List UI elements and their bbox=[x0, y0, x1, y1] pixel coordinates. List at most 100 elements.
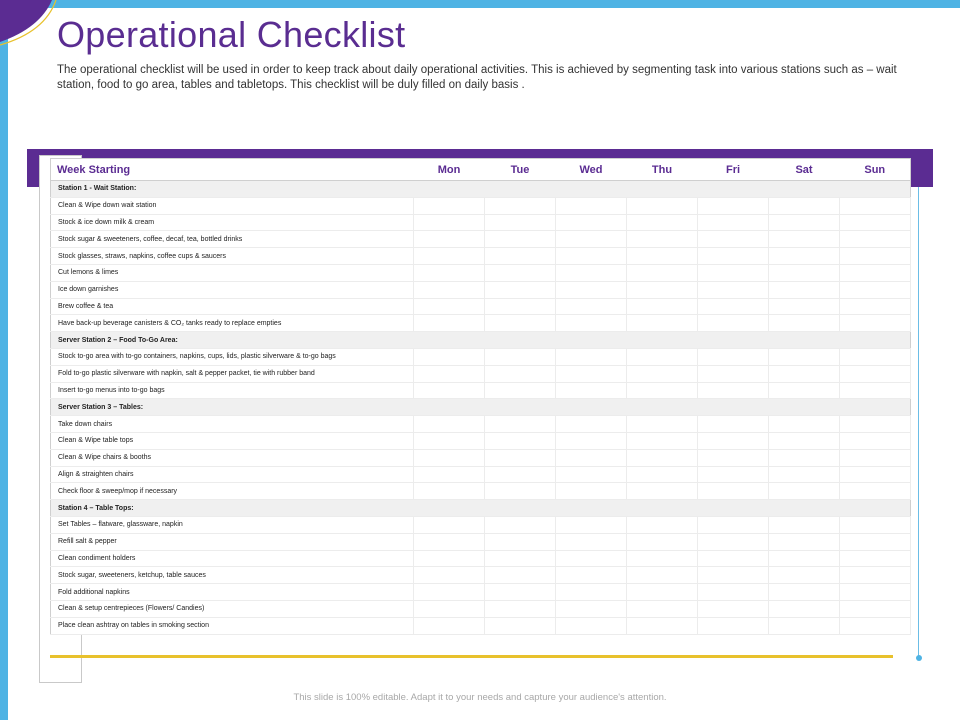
check-cell-fri[interactable] bbox=[697, 197, 769, 215]
check-cell-wed[interactable] bbox=[555, 247, 627, 265]
check-cell-fri[interactable] bbox=[697, 617, 769, 635]
check-cell-wed[interactable] bbox=[555, 197, 627, 215]
check-cell-sun[interactable] bbox=[839, 264, 911, 282]
check-cell-tue[interactable] bbox=[484, 281, 556, 299]
check-cell-fri[interactable] bbox=[697, 449, 769, 467]
check-cell-wed[interactable] bbox=[555, 566, 627, 585]
check-cell-mon[interactable] bbox=[413, 566, 485, 585]
check-cell-sat[interactable] bbox=[768, 314, 840, 333]
check-cell-fri[interactable] bbox=[697, 583, 769, 601]
check-cell-tue[interactable] bbox=[484, 449, 556, 467]
check-cell-sat[interactable] bbox=[768, 415, 840, 433]
check-cell-thu[interactable] bbox=[626, 348, 698, 366]
check-cell-wed[interactable] bbox=[555, 516, 627, 534]
check-cell-wed[interactable] bbox=[555, 314, 627, 333]
check-cell-thu[interactable] bbox=[626, 482, 698, 501]
check-cell-fri[interactable] bbox=[697, 264, 769, 282]
check-cell-fri[interactable] bbox=[697, 314, 769, 333]
check-cell-sat[interactable] bbox=[768, 365, 840, 383]
check-cell-fri[interactable] bbox=[697, 533, 769, 551]
check-cell-wed[interactable] bbox=[555, 482, 627, 501]
check-cell-sun[interactable] bbox=[839, 247, 911, 265]
check-cell-thu[interactable] bbox=[626, 230, 698, 249]
check-cell-sat[interactable] bbox=[768, 432, 840, 450]
check-cell-thu[interactable] bbox=[626, 314, 698, 333]
check-cell-mon[interactable] bbox=[413, 600, 485, 618]
check-cell-mon[interactable] bbox=[413, 197, 485, 215]
check-cell-sun[interactable] bbox=[839, 415, 911, 433]
check-cell-thu[interactable] bbox=[626, 516, 698, 534]
check-cell-wed[interactable] bbox=[555, 365, 627, 383]
check-cell-sun[interactable] bbox=[839, 214, 911, 232]
check-cell-sat[interactable] bbox=[768, 281, 840, 299]
check-cell-sat[interactable] bbox=[768, 247, 840, 265]
check-cell-wed[interactable] bbox=[555, 415, 627, 433]
check-cell-sun[interactable] bbox=[839, 566, 911, 585]
check-cell-fri[interactable] bbox=[697, 550, 769, 568]
check-cell-tue[interactable] bbox=[484, 197, 556, 215]
check-cell-sun[interactable] bbox=[839, 550, 911, 568]
check-cell-tue[interactable] bbox=[484, 516, 556, 534]
check-cell-mon[interactable] bbox=[413, 230, 485, 249]
check-cell-mon[interactable] bbox=[413, 449, 485, 467]
check-cell-sun[interactable] bbox=[839, 516, 911, 534]
check-cell-wed[interactable] bbox=[555, 281, 627, 299]
check-cell-mon[interactable] bbox=[413, 516, 485, 534]
check-cell-wed[interactable] bbox=[555, 214, 627, 232]
check-cell-wed[interactable] bbox=[555, 466, 627, 484]
check-cell-sun[interactable] bbox=[839, 449, 911, 467]
check-cell-sun[interactable] bbox=[839, 314, 911, 333]
check-cell-fri[interactable] bbox=[697, 348, 769, 366]
check-cell-sat[interactable] bbox=[768, 197, 840, 215]
check-cell-wed[interactable] bbox=[555, 298, 627, 316]
check-cell-wed[interactable] bbox=[555, 583, 627, 601]
check-cell-sun[interactable] bbox=[839, 583, 911, 601]
check-cell-mon[interactable] bbox=[413, 550, 485, 568]
check-cell-thu[interactable] bbox=[626, 382, 698, 400]
check-cell-mon[interactable] bbox=[413, 533, 485, 551]
check-cell-tue[interactable] bbox=[484, 533, 556, 551]
check-cell-fri[interactable] bbox=[697, 482, 769, 501]
check-cell-sun[interactable] bbox=[839, 365, 911, 383]
check-cell-sun[interactable] bbox=[839, 197, 911, 215]
check-cell-sun[interactable] bbox=[839, 466, 911, 484]
check-cell-tue[interactable] bbox=[484, 348, 556, 366]
check-cell-thu[interactable] bbox=[626, 600, 698, 618]
check-cell-tue[interactable] bbox=[484, 482, 556, 501]
check-cell-mon[interactable] bbox=[413, 432, 485, 450]
check-cell-mon[interactable] bbox=[413, 281, 485, 299]
check-cell-fri[interactable] bbox=[697, 247, 769, 265]
check-cell-tue[interactable] bbox=[484, 432, 556, 450]
check-cell-sun[interactable] bbox=[839, 281, 911, 299]
check-cell-mon[interactable] bbox=[413, 214, 485, 232]
check-cell-sat[interactable] bbox=[768, 583, 840, 601]
check-cell-thu[interactable] bbox=[626, 281, 698, 299]
check-cell-thu[interactable] bbox=[626, 298, 698, 316]
check-cell-sat[interactable] bbox=[768, 617, 840, 635]
check-cell-tue[interactable] bbox=[484, 298, 556, 316]
check-cell-fri[interactable] bbox=[697, 230, 769, 249]
check-cell-sat[interactable] bbox=[768, 298, 840, 316]
check-cell-tue[interactable] bbox=[484, 382, 556, 400]
check-cell-mon[interactable] bbox=[413, 314, 485, 333]
check-cell-wed[interactable] bbox=[555, 432, 627, 450]
check-cell-fri[interactable] bbox=[697, 466, 769, 484]
check-cell-fri[interactable] bbox=[697, 566, 769, 585]
check-cell-wed[interactable] bbox=[555, 230, 627, 249]
check-cell-sat[interactable] bbox=[768, 382, 840, 400]
check-cell-wed[interactable] bbox=[555, 617, 627, 635]
check-cell-sat[interactable] bbox=[768, 230, 840, 249]
check-cell-tue[interactable] bbox=[484, 550, 556, 568]
check-cell-sun[interactable] bbox=[839, 382, 911, 400]
check-cell-thu[interactable] bbox=[626, 617, 698, 635]
check-cell-mon[interactable] bbox=[413, 247, 485, 265]
check-cell-sun[interactable] bbox=[839, 298, 911, 316]
check-cell-wed[interactable] bbox=[555, 550, 627, 568]
check-cell-sun[interactable] bbox=[839, 432, 911, 450]
check-cell-tue[interactable] bbox=[484, 264, 556, 282]
check-cell-fri[interactable] bbox=[697, 365, 769, 383]
check-cell-fri[interactable] bbox=[697, 298, 769, 316]
check-cell-sat[interactable] bbox=[768, 516, 840, 534]
check-cell-thu[interactable] bbox=[626, 583, 698, 601]
check-cell-fri[interactable] bbox=[697, 382, 769, 400]
